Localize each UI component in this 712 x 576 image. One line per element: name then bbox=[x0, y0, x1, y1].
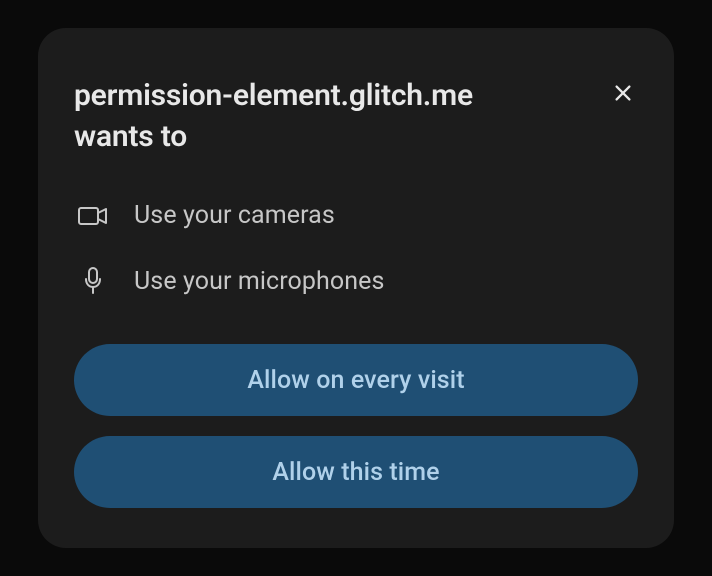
dialog-origin: permission-element.glitch.me bbox=[74, 78, 473, 113]
dialog-title-suffix: wants to bbox=[74, 119, 187, 154]
close-button[interactable] bbox=[608, 78, 638, 111]
permission-label: Use your microphones bbox=[134, 267, 385, 296]
permission-dialog: permission-element.glitch.me wants to Us… bbox=[38, 28, 674, 548]
allow-once-button[interactable]: Allow this time bbox=[74, 436, 638, 508]
button-group: Allow on every visit Allow this time bbox=[74, 344, 638, 508]
dialog-header: permission-element.glitch.me wants to bbox=[74, 76, 638, 157]
allow-always-button[interactable]: Allow on every visit bbox=[74, 344, 638, 416]
microphone-icon bbox=[78, 266, 108, 296]
camera-icon bbox=[78, 205, 108, 227]
dialog-title: permission-element.glitch.me wants to bbox=[74, 76, 554, 157]
permission-list: Use your cameras Use your microphones bbox=[74, 201, 638, 296]
permission-label: Use your cameras bbox=[134, 201, 335, 230]
permission-item-camera: Use your cameras bbox=[78, 201, 638, 230]
permission-item-microphone: Use your microphones bbox=[78, 266, 638, 296]
close-icon bbox=[612, 82, 634, 107]
